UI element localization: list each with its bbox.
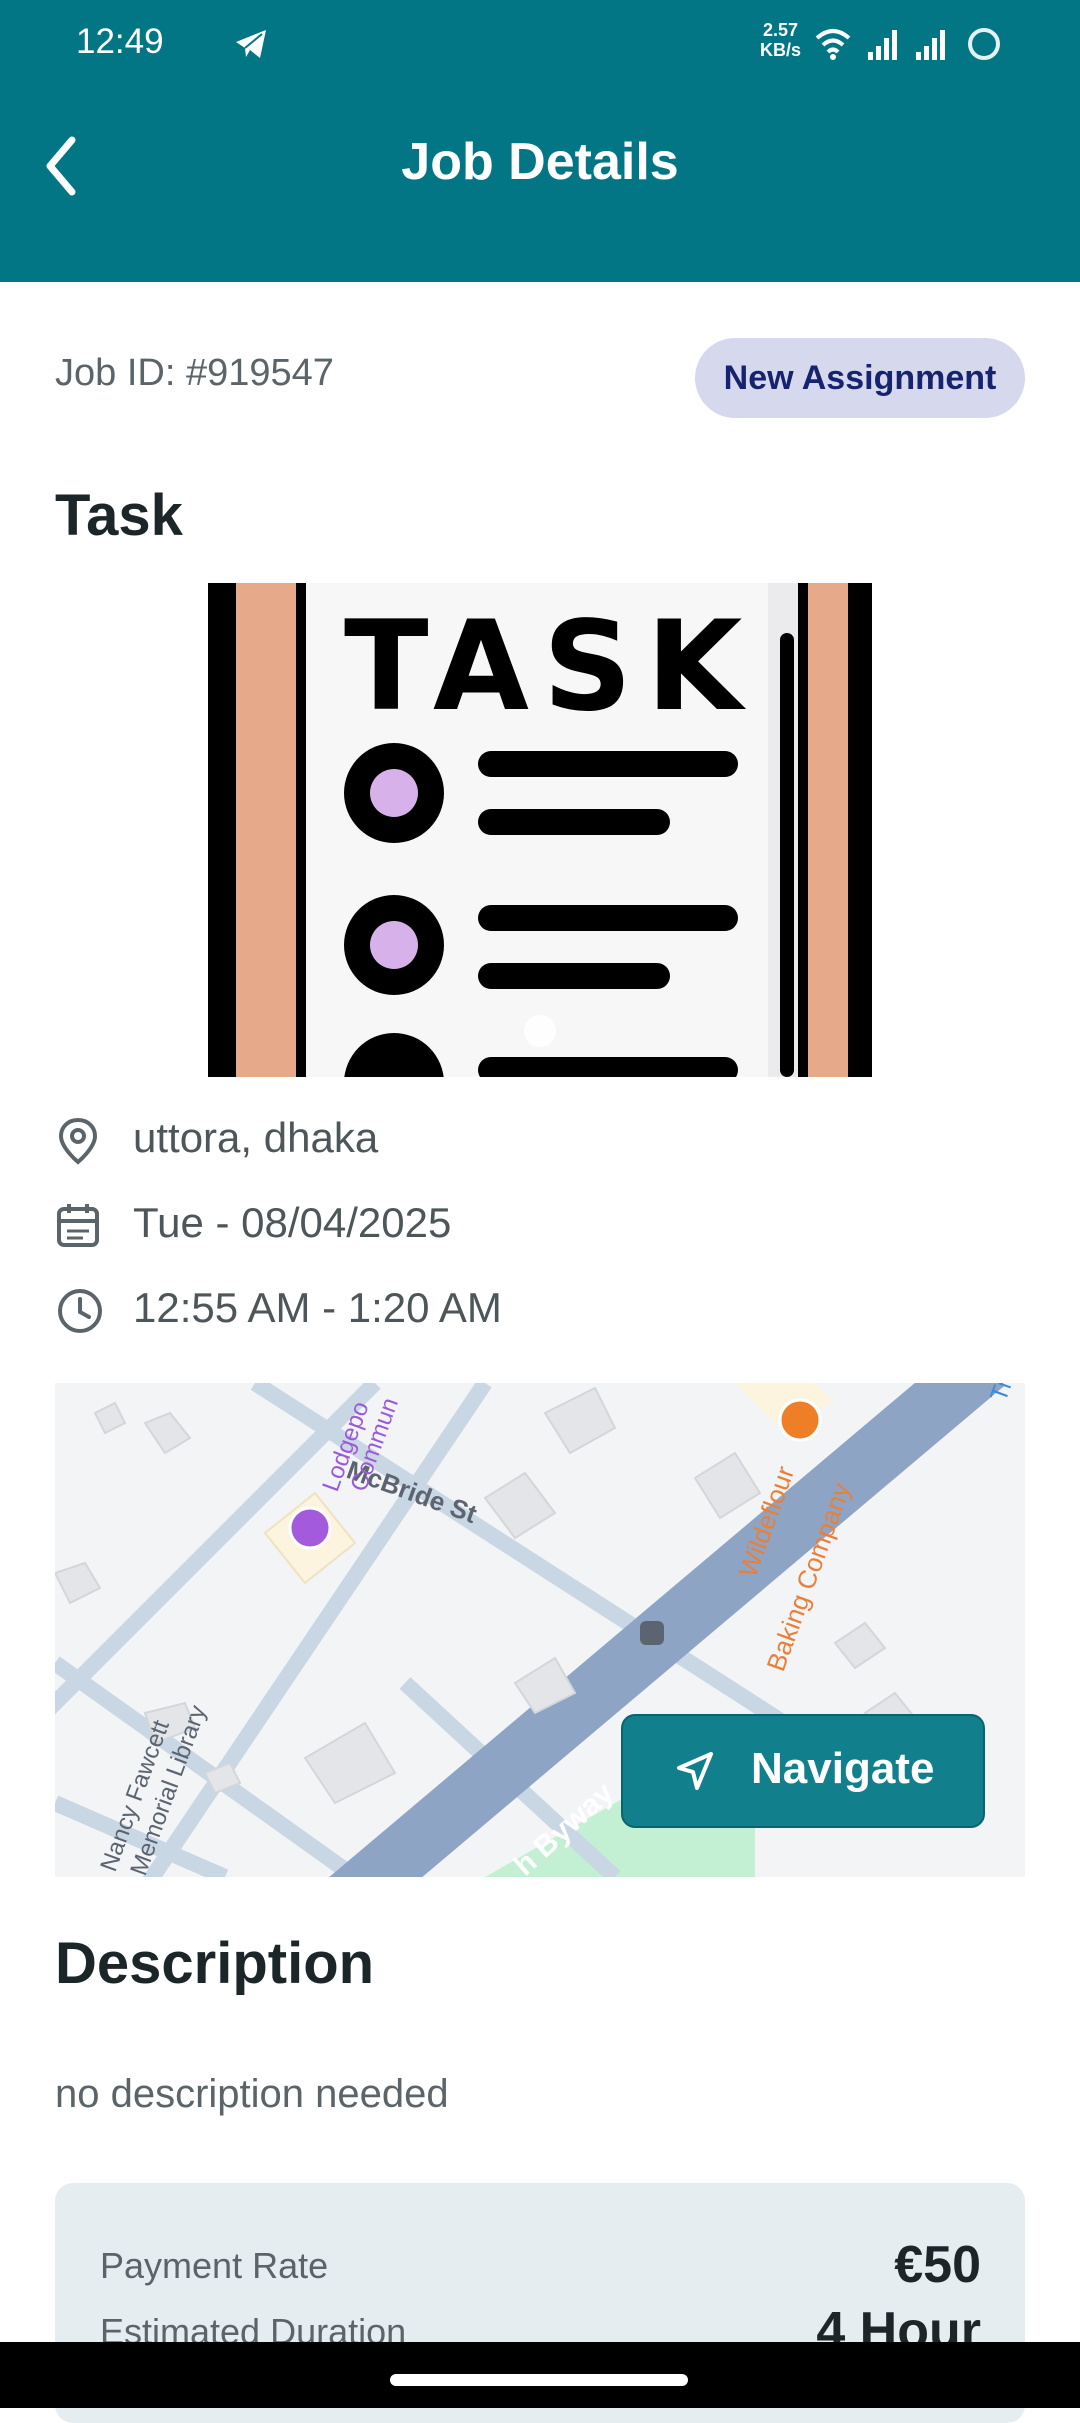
location-text: uttora, dhaka [133, 1114, 379, 1161]
description-heading: Description [55, 1931, 375, 1996]
task-heading: Task [55, 483, 183, 548]
status-bar: 12:49 2.57 KB/s [0, 0, 1080, 88]
payment-rate-label: Payment Rate [100, 2245, 329, 2286]
signal-icon-2 [916, 30, 945, 60]
location-pin-icon [58, 1117, 98, 1165]
network-speed: 2.57 KB/s [760, 20, 802, 60]
date-row: Tue - 08/04/2025 [55, 1193, 955, 1253]
description-text: no description needed [55, 2072, 449, 2116]
time-row: 12:55 AM - 1:20 AM [55, 1278, 955, 1338]
system-nav-bar [0, 2342, 1080, 2408]
calendar-icon [57, 1204, 99, 1247]
svg-text:TASK: TASK [344, 595, 756, 739]
location-row: uttora, dhaka [55, 1108, 955, 1168]
job-id: Job ID: #919547 [55, 352, 334, 394]
payment-rate-value: €50 [894, 2236, 981, 2294]
app-bar: 12:49 2.57 KB/s Job Details [0, 0, 1080, 282]
date-text: Tue - 08/04/2025 [133, 1199, 452, 1246]
navigate-label: Navigate [751, 1744, 935, 1793]
telegram-icon [236, 30, 266, 58]
time-range-text: 12:55 AM - 1:20 AM [133, 1284, 502, 1331]
task-illustration: TASK [208, 583, 872, 1077]
status-time: 12:49 [76, 22, 164, 61]
navigate-button[interactable]: Navigate [621, 1714, 985, 1828]
signal-icon-1 [868, 30, 897, 60]
clock-icon [58, 1289, 102, 1333]
page-title: Job Details [401, 133, 679, 191]
home-gesture-bar[interactable] [390, 2374, 688, 2386]
navigation-arrow-icon [677, 1752, 713, 1790]
wifi-icon [815, 29, 851, 60]
battery-icon [968, 28, 1000, 60]
status-badge: New Assignment [695, 338, 1025, 418]
